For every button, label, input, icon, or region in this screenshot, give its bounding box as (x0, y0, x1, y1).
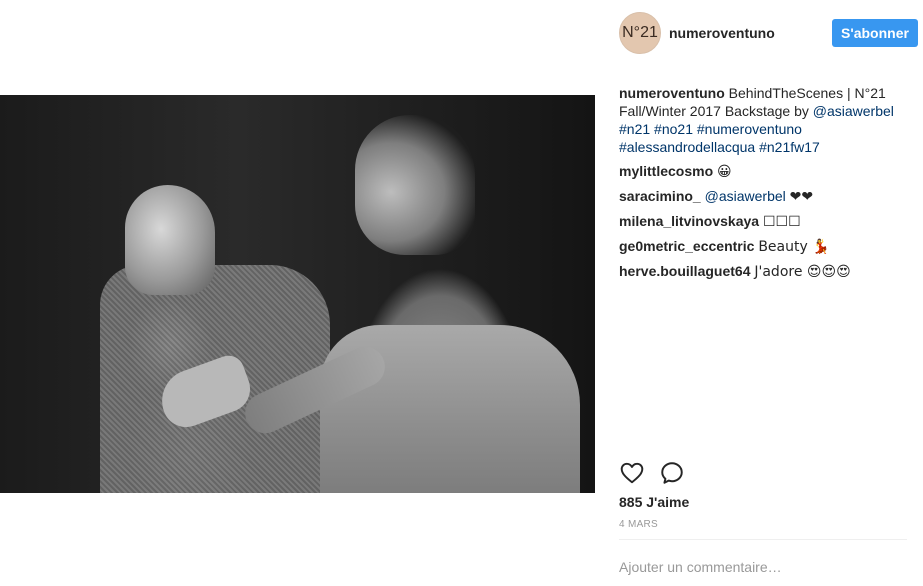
comment-text: ☐☐☐ (762, 214, 801, 230)
post-media-area (0, 0, 600, 586)
comment-text: J'adore 😍😍😍 (754, 264, 851, 280)
comment-item: milena_litvinovskaya ☐☐☐ (619, 212, 914, 231)
post-header: N°21 numeroventuno S'abonner (619, 12, 918, 56)
avatar-logo-text: N°21 (622, 24, 658, 41)
comment-item: ge0metric_eccentric Beauty 💃 (619, 237, 914, 256)
comments-list: numeroventuno BehindTheScenes | N°21 Fal… (619, 84, 914, 287)
follow-button[interactable]: S'abonner (832, 19, 918, 47)
hashtag-link[interactable]: #no21 (654, 121, 693, 137)
divider (619, 539, 907, 540)
caption-mention[interactable]: @asiawerbel (813, 103, 894, 119)
caption-username[interactable]: numeroventuno (619, 85, 725, 101)
photo-figure-right-head (355, 115, 475, 255)
comment-username[interactable]: herve.bouillaguet64 (619, 263, 750, 279)
post-date[interactable]: 4 MARS (619, 519, 658, 530)
comment-username[interactable]: ge0metric_eccentric (619, 238, 754, 254)
comment-text: 😀 (717, 164, 732, 180)
comment-username[interactable]: saracimino_ (619, 188, 701, 204)
avatar[interactable]: N°21 (619, 12, 661, 54)
hashtag-link[interactable]: #numeroventuno (697, 121, 802, 137)
like-count[interactable]: 885 J'aime (619, 494, 689, 510)
photo-figure-left-head (125, 185, 215, 295)
speech-bubble-icon[interactable] (659, 460, 687, 488)
comment-text: ❤❤ (789, 189, 814, 205)
hashtag-link[interactable]: #alessandrodellacqua (619, 139, 755, 155)
comment-item: herve.bouillaguet64 J'adore 😍😍😍 (619, 262, 914, 281)
comment-text: Beauty 💃 (758, 239, 830, 255)
comment-item: saracimino_ @asiawerbel ❤❤ (619, 187, 914, 206)
hashtag-link[interactable]: #n21 (619, 121, 650, 137)
heart-icon[interactable] (619, 460, 647, 488)
hashtag-link[interactable]: #n21fw17 (759, 139, 820, 155)
post-sidebar: N°21 numeroventuno S'abonner numeroventu… (603, 0, 923, 586)
add-comment-input[interactable] (619, 556, 907, 578)
comment-username[interactable]: mylittlecosmo (619, 163, 713, 179)
comment-username[interactable]: milena_litvinovskaya (619, 213, 759, 229)
author-username[interactable]: numeroventuno (669, 25, 775, 41)
comment-item: mylittlecosmo 😀 (619, 162, 914, 181)
post-photo[interactable] (0, 95, 595, 493)
comment-mention[interactable]: @asiawerbel (705, 188, 786, 204)
caption: numeroventuno BehindTheScenes | N°21 Fal… (619, 84, 914, 156)
